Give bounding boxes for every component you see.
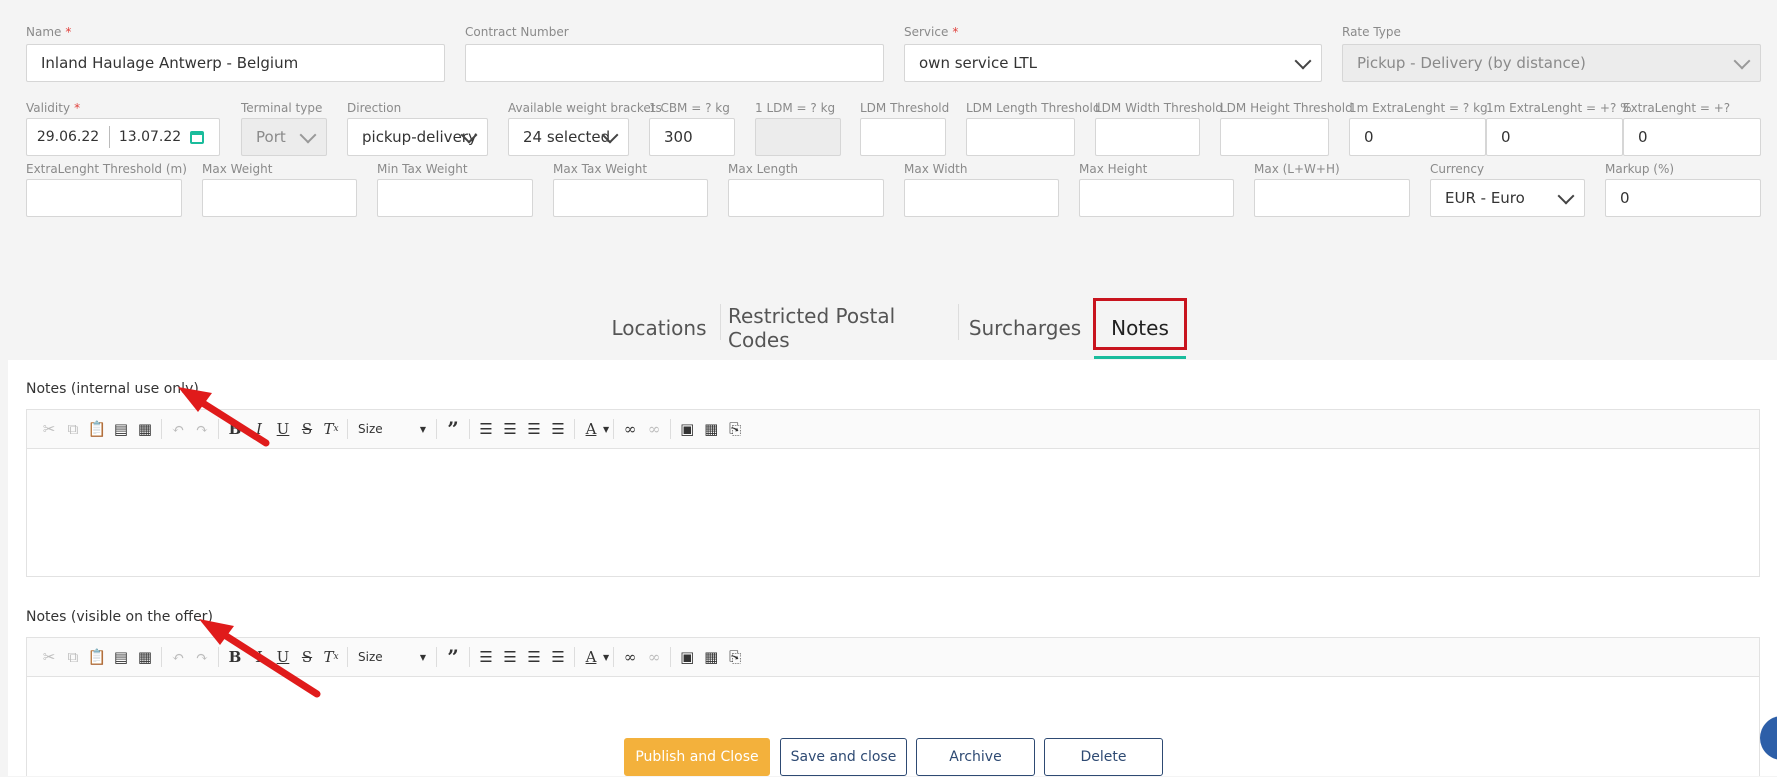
- delete-button[interactable]: Delete: [1044, 738, 1163, 776]
- annotation-arrows: [178, 387, 321, 698]
- save-and-close-button[interactable]: Save and close: [780, 738, 907, 776]
- annotation-arrow-offer: [199, 619, 321, 698]
- publish-and-close-button[interactable]: Publish and Close: [624, 738, 770, 776]
- archive-button[interactable]: Archive: [916, 738, 1035, 776]
- annotation-arrow-internal: [178, 387, 270, 447]
